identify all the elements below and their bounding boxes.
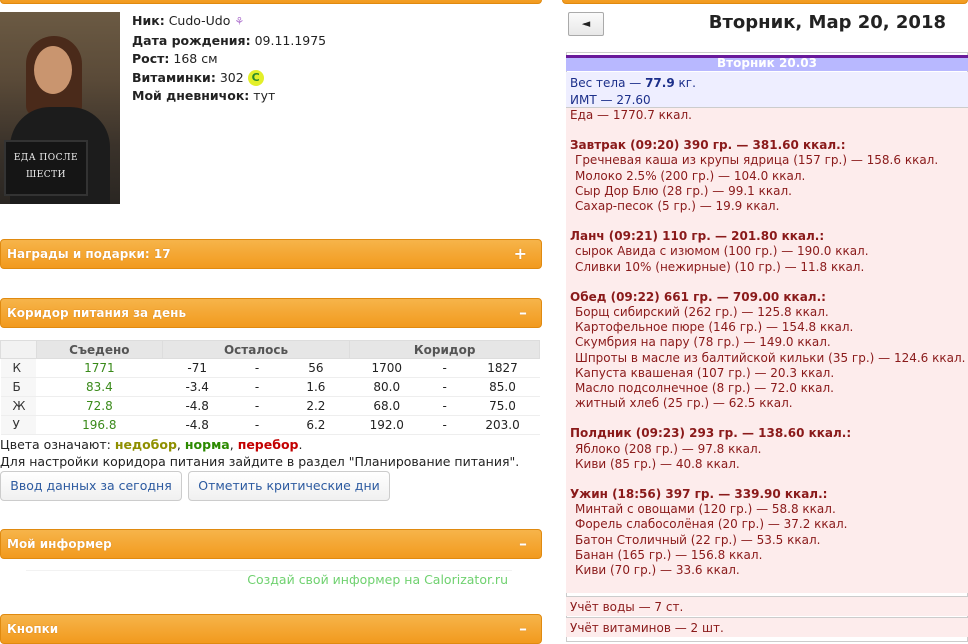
nick-row: Ник: Cudo-Udo ⚘ xyxy=(132,13,245,28)
nick-value: Cudo-Udo xyxy=(168,13,231,28)
water-log: Учёт воды — 7 ст. xyxy=(566,596,968,616)
list-item: Минтай с овощами (120 гр.) — 58.8 ккал. xyxy=(575,502,836,517)
flower-icon: ⚘ xyxy=(234,15,245,28)
meal-title: Обед (09:22) 661 гр. — 709.00 ккал.: xyxy=(570,289,826,304)
buttons-panel-header[interactable]: Кнопки – xyxy=(0,614,542,644)
profile-info: Ник: Cudo-Udo ⚘ Дата рождения: 09.11.197… xyxy=(132,12,326,106)
informer-panel-header[interactable]: Мой информер – xyxy=(0,529,542,559)
corridor-table: Съедено Осталось Коридор К 1771 -71 - 56… xyxy=(0,340,540,435)
weight-box: Вес тела — 77.9 кг. ИМТ — 27.60 xyxy=(566,72,968,108)
top-panel-edge xyxy=(0,0,542,4)
meal-title: Ланч (09:21) 110 гр. — 201.80 ккал.: xyxy=(570,229,825,244)
col-left: Осталось xyxy=(161,340,351,359)
day-bar: Вторник 20.03 xyxy=(566,55,968,71)
birth-row: Дата рождения: 09.11.1975 xyxy=(132,32,327,48)
table-row: Ж 72.8 -4.8 - 2.2 68.0 - 75.0 xyxy=(0,396,540,416)
table-row: У 196.8 -4.8 - 6.2 192.0 - 203.0 xyxy=(0,415,540,435)
expand-icon[interactable]: + xyxy=(514,240,527,268)
profile-column: ЕДА ПОСЛЕ ШЕСТИ Ник: Cudo-Udo ⚘ Дата рож… xyxy=(0,0,548,644)
list-item: Киви (85 гр.) — 40.8 ккал. xyxy=(575,456,740,471)
profile-photo[interactable]: ЕДА ПОСЛЕ ШЕСТИ xyxy=(0,12,120,204)
diary-column: ◄ Вторник, Мар 20, 2018 Вторник 20.03 Ве… xyxy=(562,0,968,642)
diary-link[interactable]: тут xyxy=(253,88,275,103)
list-item: Сахар-песок (5 гр.) — 19.9 ккал. xyxy=(575,199,780,214)
list-item: житный хлеб (25 гр.) — 62.5 ккал. xyxy=(575,396,793,411)
list-item: Молоко 2.5% (200 гр.) — 104.0 ккал. xyxy=(575,168,806,183)
list-item: Яблоко (208 гр.) — 97.8 ккал. xyxy=(575,441,762,456)
list-item: Сливки 10% (нежирные) (10 гр.) — 11.8 кк… xyxy=(575,259,865,274)
vitamin-coin-icon: C xyxy=(247,70,264,86)
list-item: сырок Авида с изюмом (100 гр.) — 190.0 к… xyxy=(575,244,869,259)
list-item: Борщ сибирский (262 гр.) — 125.8 ккал. xyxy=(575,305,829,320)
color-legend: Цвета означают: недобор, норма, перебор. xyxy=(0,437,303,452)
photo-sign: ЕДА ПОСЛЕ ШЕСТИ xyxy=(4,140,88,196)
collapse-icon[interactable]: – xyxy=(519,299,527,327)
list-item: Форель слабосолёная (20 гр.) — 37.2 ккал… xyxy=(575,517,848,532)
list-item: Сыр Дор Блю (28 гр.) — 99.1 ккал. xyxy=(575,183,792,198)
vitamins-row: Витаминки: 302 C xyxy=(132,69,326,88)
corridor-panel-header[interactable]: Коридор питания за день – xyxy=(0,298,542,328)
list-item: Шпроты в масле из балтийской кильки (35 … xyxy=(575,350,966,365)
collapse-icon[interactable]: – xyxy=(519,530,527,558)
list-item: Скумбрия на пару (78 гр.) — 149.0 ккал. xyxy=(575,335,831,350)
diary-row: Мой дневничок: тут xyxy=(132,88,276,103)
mark-critical-days-button[interactable]: Отметить критические дни xyxy=(188,471,390,501)
col-corridor: Коридор xyxy=(349,340,540,359)
meal-title: Ужин (18:56) 397 гр. — 339.90 ккал.: xyxy=(570,487,828,502)
meal-title: Завтрак (09:20) 390 гр. — 381.60 ккал.: xyxy=(570,138,846,153)
corridor-hint: Для настройки коридора питания зайдите в… xyxy=(0,454,520,469)
informer-link[interactable]: Создай свой информер на Calorizator.ru xyxy=(26,570,512,588)
food-total: Еда — 1770.7 ккал. xyxy=(570,108,692,122)
food-log: Еда — 1770.7 ккал. Завтрак (09:20) 390 г… xyxy=(566,108,968,593)
enter-today-button[interactable]: Ввод данных за сегодня xyxy=(0,471,182,501)
list-item: Гречневая каша из крупы ядрица (157 гр.)… xyxy=(575,153,939,168)
list-item: Капуста квашеная (107 гр.) — 20.3 ккал. xyxy=(575,365,835,380)
table-row: К 1771 -71 - 56 1700 - 1827 xyxy=(0,358,540,378)
height-row: Рост: 168 см xyxy=(132,51,218,66)
awards-panel-header[interactable]: Награды и подарки: 17 + xyxy=(0,239,542,269)
collapse-icon[interactable]: – xyxy=(519,615,527,643)
list-item: Масло подсолнечное (8 гр.) — 72.0 ккал. xyxy=(575,381,834,396)
prev-day-button[interactable]: ◄ xyxy=(568,12,604,36)
list-item: Картофельное пюре (146 гр.) — 154.8 ккал… xyxy=(575,320,854,335)
list-item: Киви (70 гр.) — 33.6 ккал. xyxy=(575,563,740,578)
meal-title: Полдник (09:23) 293 гр. — 138.60 ккал.: xyxy=(570,426,852,441)
vitamins-log: Учёт витаминов — 2 шт. xyxy=(566,617,968,637)
list-item: Банан (165 гр.) — 156.8 ккал. xyxy=(575,547,763,562)
col-eaten: Съедено xyxy=(35,340,163,359)
diary-date: Вторник, Мар 20, 2018 xyxy=(708,12,946,33)
list-item: Батон Столичный (22 гр.) — 53.5 ккал. xyxy=(575,532,821,547)
table-row: Б 83.4 -3.4 - 1.6 80.0 - 85.0 xyxy=(0,377,540,397)
top-panel-edge xyxy=(562,0,968,4)
